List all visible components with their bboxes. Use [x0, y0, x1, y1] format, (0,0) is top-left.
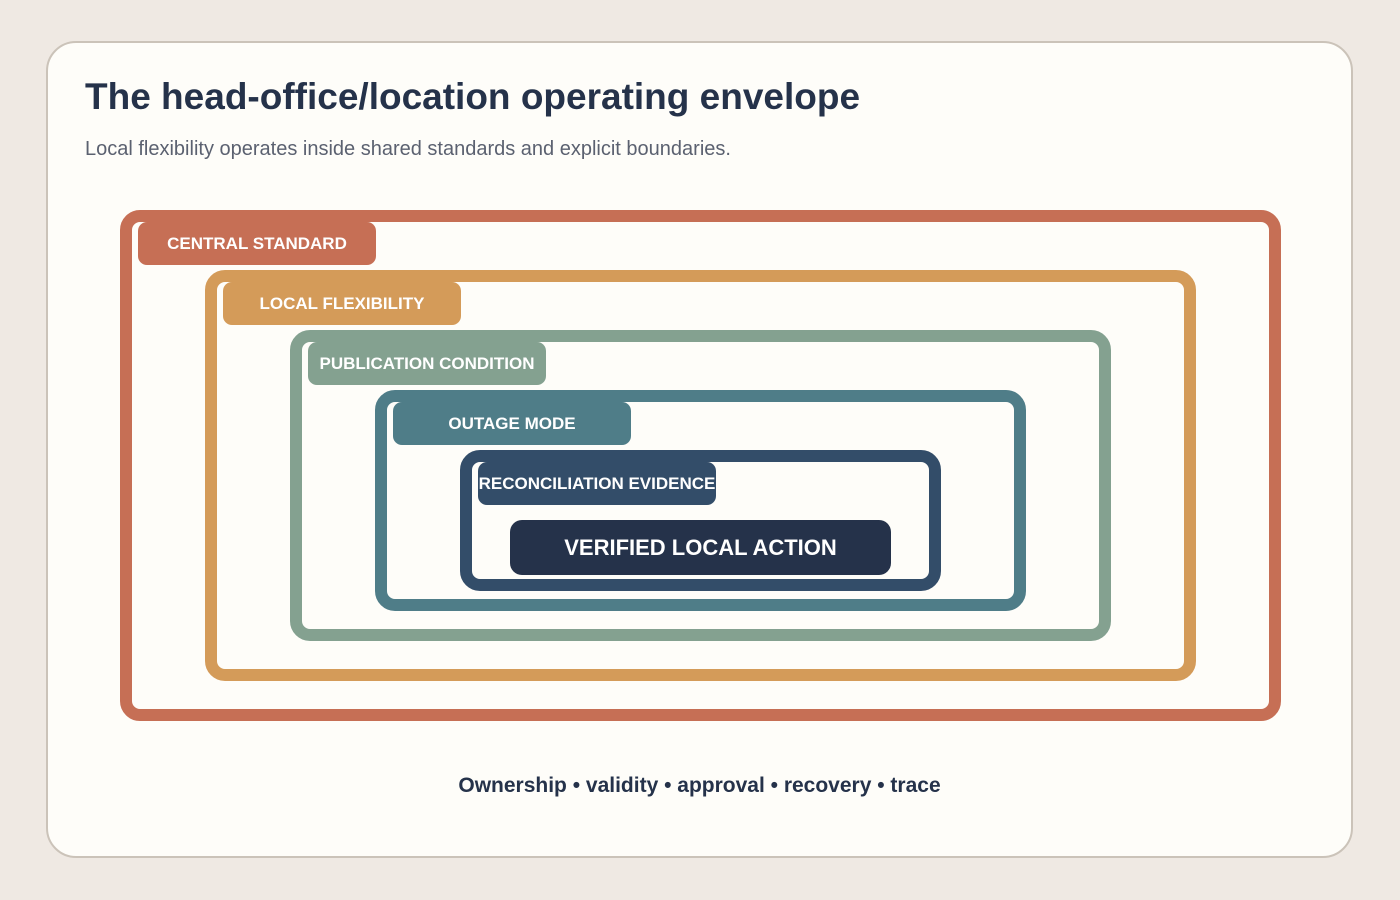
- layer-label-publication-condition: PUBLICATION CONDITION: [308, 342, 546, 385]
- page-subtitle: Local flexibility operates inside shared…: [85, 138, 731, 160]
- layer-label-local-flexibility: LOCAL FLEXIBILITY: [223, 282, 461, 325]
- layer-label-outage-mode: OUTAGE MODE: [393, 402, 631, 445]
- layer-label-reconciliation-evidence: RECONCILIATION EVIDENCE: [478, 462, 716, 505]
- page-title: The head-office/location operating envel…: [85, 76, 861, 117]
- footer-caption: Ownership • validity • approval • recove…: [458, 774, 941, 797]
- layer-label-central-standard: CENTRAL STANDARD: [138, 222, 376, 265]
- core-action-box: VERIFIED LOCAL ACTION: [510, 520, 891, 575]
